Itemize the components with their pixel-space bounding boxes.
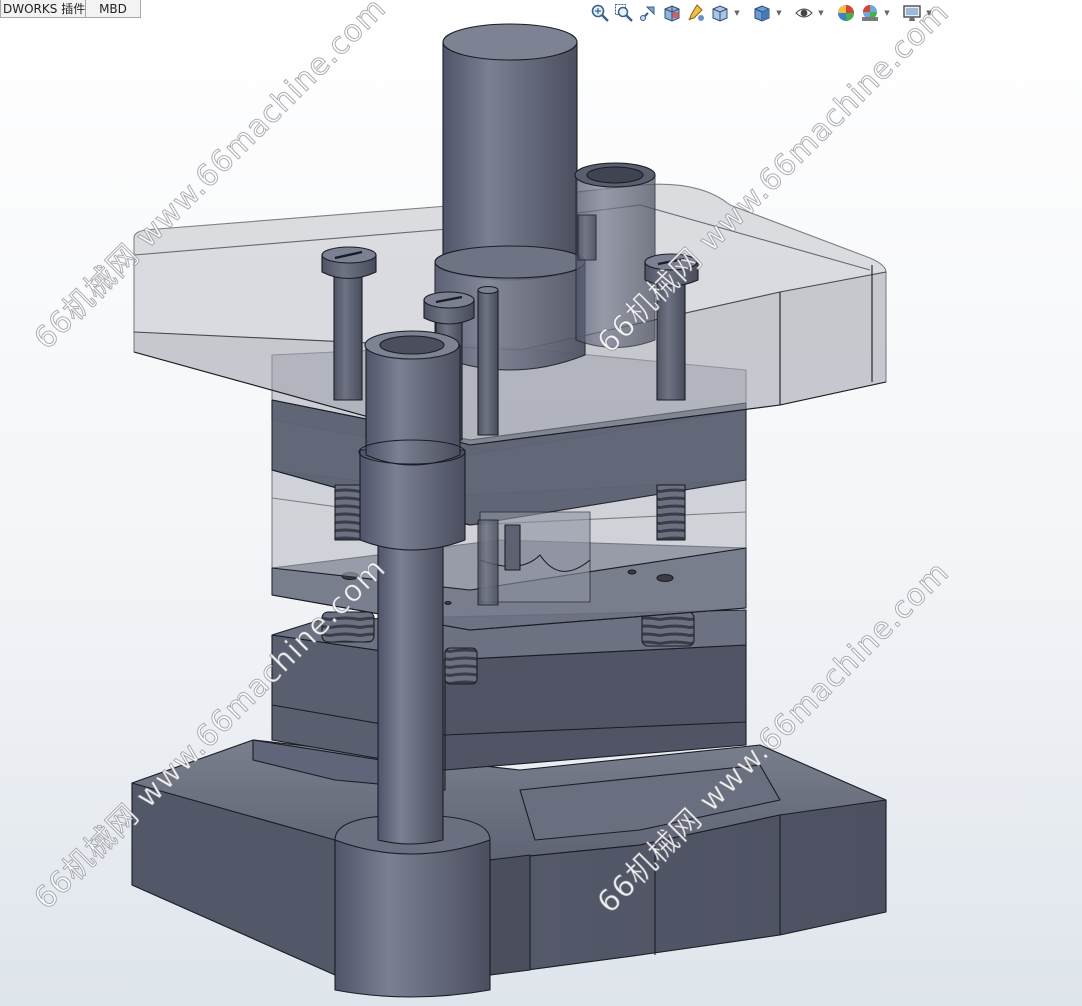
spring-center (444, 647, 478, 685)
section-view-icon[interactable] (661, 2, 683, 24)
guide-post (377, 539, 444, 845)
base-boss-side (334, 839, 491, 998)
spring-left (321, 611, 375, 643)
zoom-to-fit-icon[interactable] (589, 2, 611, 24)
spring-right (641, 611, 695, 647)
shank-body (442, 41, 578, 281)
heads-up-view-toolbar: ▼ ▼ ▼ ▼ ▼ (589, 2, 933, 24)
view-orientation-icon[interactable] (709, 2, 731, 24)
lower-die-base[interactable] (131, 739, 887, 998)
chevron-down-icon[interactable]: ▼ (817, 2, 825, 24)
apply-scene-icon[interactable] (859, 2, 881, 24)
shank-top (442, 23, 578, 61)
display-style-icon[interactable] (751, 2, 773, 24)
graphics-area[interactable] (0, 0, 1082, 1006)
tab-solidworks-addins[interactable]: DWORKS 插件 (0, 0, 86, 18)
edit-appearance-icon[interactable] (835, 2, 857, 24)
previous-view-icon[interactable] (637, 2, 659, 24)
chevron-down-icon[interactable]: ▼ (883, 2, 891, 24)
chevron-down-icon[interactable]: ▼ (733, 2, 741, 24)
guide-bush-upper (365, 344, 461, 466)
base-front-step (489, 854, 531, 976)
view-settings-icon[interactable] (901, 2, 923, 24)
tab-mbd[interactable]: MBD (86, 0, 141, 18)
dynamic-annotation-icon[interactable] (685, 2, 707, 24)
command-manager-tabs: DWORKS 插件 MBD (0, 0, 141, 19)
chevron-down-icon[interactable]: ▼ (775, 2, 783, 24)
chevron-down-icon[interactable]: ▼ (925, 2, 933, 24)
screw-rear[interactable] (577, 214, 597, 261)
hide-show-items-icon[interactable] (793, 2, 815, 24)
zoom-to-area-icon[interactable] (613, 2, 635, 24)
